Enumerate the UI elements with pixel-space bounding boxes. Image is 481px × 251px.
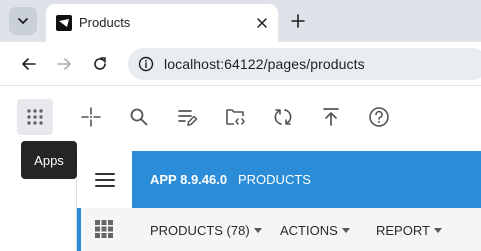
folder-code-icon bbox=[226, 109, 245, 125]
app-toolbar bbox=[0, 86, 481, 148]
close-icon[interactable] bbox=[254, 15, 270, 31]
select-element-button[interactable] bbox=[73, 99, 109, 135]
browser-tab-strip: Products bbox=[0, 0, 481, 42]
site-favicon-icon bbox=[56, 15, 72, 31]
help-icon bbox=[369, 107, 389, 127]
menu-report[interactable]: REPORT bbox=[376, 223, 442, 238]
folder-code-button[interactable] bbox=[217, 99, 253, 135]
search-button[interactable] bbox=[121, 99, 157, 135]
menu-actions-label: ACTIONS bbox=[280, 223, 338, 238]
chevron-down-icon bbox=[18, 18, 28, 24]
menu-actions[interactable]: ACTIONS bbox=[280, 223, 350, 238]
apps-grid-icon bbox=[27, 109, 43, 125]
menu-report-label: REPORT bbox=[376, 223, 430, 238]
site-info-icon[interactable] bbox=[138, 56, 154, 72]
active-indicator bbox=[77, 208, 81, 251]
forward-arrow-icon[interactable] bbox=[55, 55, 73, 73]
new-tab-plus-icon[interactable] bbox=[289, 12, 307, 30]
sync-button[interactable] bbox=[265, 99, 301, 135]
upload-icon bbox=[323, 108, 339, 126]
menu-products[interactable]: PRODUCTS (78) bbox=[150, 223, 262, 238]
url-text: localhost:64122/pages/products bbox=[164, 56, 365, 72]
caret-down-icon bbox=[341, 228, 350, 233]
upload-button[interactable] bbox=[313, 99, 349, 135]
app-version: APP 8.9.46.0 bbox=[150, 172, 228, 187]
edit-list-icon bbox=[178, 110, 198, 126]
browser-nav-bar: localhost:64122/pages/products bbox=[0, 42, 481, 86]
menu-toggle-button[interactable] bbox=[77, 151, 132, 208]
back-arrow-icon[interactable] bbox=[20, 55, 38, 73]
tab-title: Products bbox=[79, 15, 131, 30]
crosshair-icon bbox=[81, 107, 101, 127]
reload-icon[interactable] bbox=[91, 55, 109, 73]
sync-icon bbox=[274, 109, 292, 125]
apps-button[interactable] bbox=[17, 99, 53, 135]
app-menu-bar: PRODUCTS (78) ACTIONS REPORT bbox=[132, 208, 481, 251]
page-title: PRODUCTS bbox=[238, 172, 311, 187]
app-header: APP 8.9.46.0 PRODUCTS bbox=[132, 151, 481, 208]
browser-tab[interactable]: Products bbox=[46, 4, 278, 42]
tab-search-button[interactable] bbox=[9, 7, 37, 35]
help-button[interactable] bbox=[361, 99, 397, 135]
grid-view-rail-item[interactable] bbox=[77, 208, 132, 251]
search-icon bbox=[130, 108, 148, 126]
menu-products-label: PRODUCTS (78) bbox=[150, 223, 250, 238]
hamburger-menu-icon bbox=[94, 172, 115, 187]
apps-tooltip: Apps bbox=[21, 141, 77, 179]
tooltip-text: Apps bbox=[34, 152, 64, 168]
grid-view-icon bbox=[95, 220, 113, 238]
address-bar[interactable]: localhost:64122/pages/products bbox=[128, 48, 481, 80]
caret-down-icon bbox=[433, 228, 442, 233]
edit-list-button[interactable] bbox=[169, 99, 205, 135]
caret-down-icon bbox=[253, 228, 262, 233]
